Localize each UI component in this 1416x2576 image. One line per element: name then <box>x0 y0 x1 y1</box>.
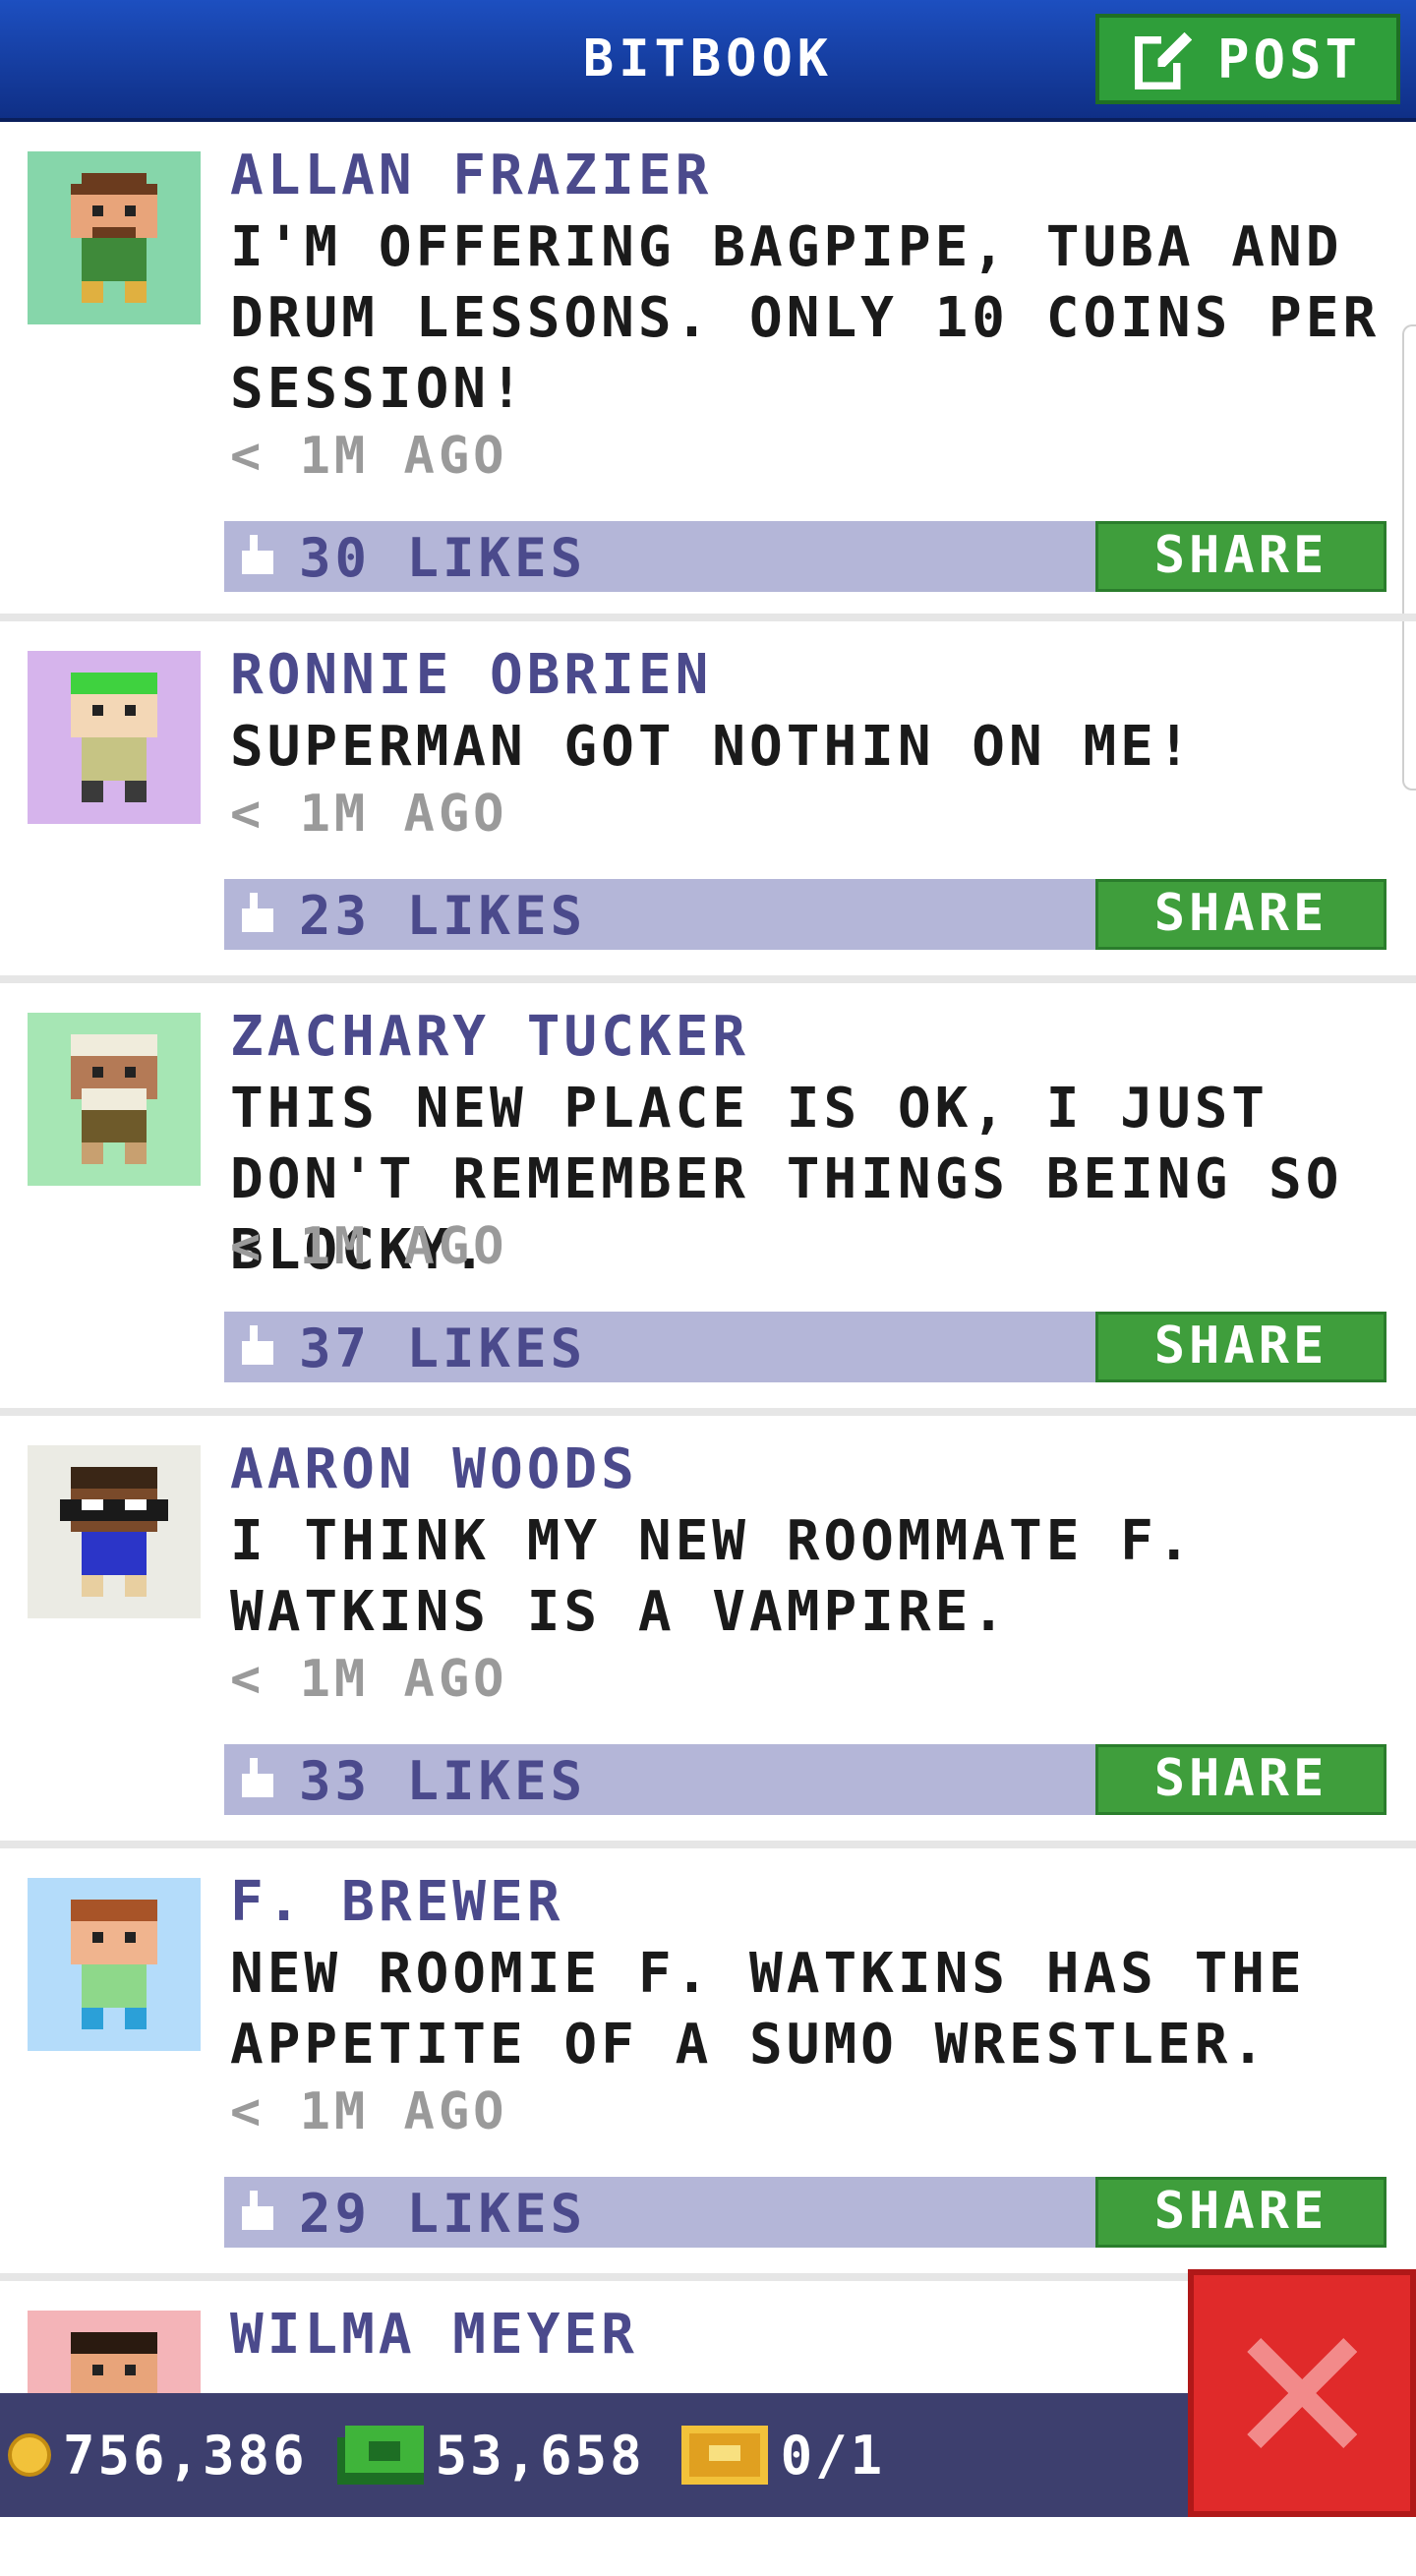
bux-display[interactable]: 53,658 <box>336 2424 645 2487</box>
feed-post: ALLAN FRAZIER I'M OFFERING BAGPIPE, TUBA… <box>0 122 1416 621</box>
post-button[interactable]: POST <box>1095 14 1400 104</box>
likes-count: 30 LIKES <box>299 527 587 589</box>
cash-icon <box>336 2426 424 2485</box>
feed-post: RONNIE OBRIEN SUPERMAN GOT NOTHIN ON ME!… <box>0 621 1416 983</box>
coin-icon <box>8 2433 51 2477</box>
tickets-display[interactable]: 0/1 <box>680 2425 886 2487</box>
post-author[interactable]: F. BREWER <box>230 1870 563 1934</box>
post-time: < 1M AGO <box>230 427 508 486</box>
post-text: SUPERMAN GOT NOTHIN ON ME! <box>230 715 1195 779</box>
post-text: I'M OFFERING BAGPIPE, TUBA AND DRUM LESS… <box>230 215 1381 421</box>
likes-bar: 29 LIKES SHARE <box>224 2177 1386 2248</box>
share-button[interactable]: SHARE <box>1095 1312 1386 1382</box>
avatar[interactable] <box>28 1445 201 1618</box>
thumbs-up-icon[interactable] <box>238 1325 277 1369</box>
likes-bar: 23 LIKES SHARE <box>224 879 1386 950</box>
ticket-icon <box>680 2426 768 2485</box>
avatar[interactable] <box>28 651 201 824</box>
avatar[interactable] <box>28 151 201 324</box>
post-button-label: POST <box>1216 28 1362 90</box>
share-button[interactable]: SHARE <box>1095 521 1386 592</box>
bux-count: 53,658 <box>435 2424 645 2487</box>
close-button[interactable] <box>1188 2269 1416 2517</box>
avatar[interactable] <box>28 1878 201 2051</box>
thumbs-up-icon[interactable] <box>238 2191 277 2234</box>
edit-icon <box>1134 31 1193 89</box>
feed-post: F. BREWER NEW ROOMIE F. WATKINS HAS THE … <box>0 1848 1416 2281</box>
post-text: NEW ROOMIE F. WATKINS HAS THE APPETITE O… <box>230 1942 1306 2077</box>
post-author[interactable]: AARON WOODS <box>230 1437 638 1501</box>
tickets-count: 0/1 <box>780 2424 886 2487</box>
thumbs-up-icon[interactable] <box>238 893 277 936</box>
thumbs-up-icon[interactable] <box>238 1758 277 1801</box>
avatar[interactable] <box>28 1013 201 1186</box>
likes-count: 29 LIKES <box>299 2183 587 2245</box>
likes-count: 23 LIKES <box>299 885 587 947</box>
post-time: < 1M AGO <box>230 2082 508 2141</box>
likes-bar: 33 LIKES SHARE <box>224 1744 1386 1815</box>
thumbs-up-icon[interactable] <box>238 535 277 578</box>
post-author[interactable]: RONNIE OBRIEN <box>230 643 712 707</box>
feed-post: AARON WOODS I THINK MY NEW ROOMMATE F. W… <box>0 1416 1416 1848</box>
post-author[interactable]: ZACHARY TUCKER <box>230 1005 749 1069</box>
share-button[interactable]: SHARE <box>1095 1744 1386 1815</box>
likes-bar: 30 LIKES SHARE <box>224 521 1386 592</box>
post-author[interactable]: WILMA MEYER <box>230 2303 638 2367</box>
likes-count: 37 LIKES <box>299 1317 587 1379</box>
share-button[interactable]: SHARE <box>1095 879 1386 950</box>
post-author[interactable]: ALLAN FRAZIER <box>230 144 712 207</box>
likes-count: 33 LIKES <box>299 1750 587 1812</box>
post-time: < 1M AGO <box>230 1650 508 1709</box>
post-time: < 1M AGO <box>230 1217 508 1276</box>
likes-bar: 37 LIKES SHARE <box>224 1312 1386 1382</box>
close-icon <box>1247 2338 1357 2448</box>
coins-count: 756,386 <box>63 2424 308 2487</box>
post-feed: ALLAN FRAZIER I'M OFFERING BAGPIPE, TUBA… <box>0 122 1416 2576</box>
post-text: I THINK MY NEW ROOMMATE F. WATKINS IS A … <box>230 1509 1195 1644</box>
feed-post: ZACHARY TUCKER THIS NEW PLACE IS OK, I J… <box>0 983 1416 1416</box>
post-time: < 1M AGO <box>230 785 508 844</box>
app-header: BITBOOK POST <box>0 0 1416 122</box>
share-button[interactable]: SHARE <box>1095 2177 1386 2248</box>
coins-display[interactable]: 756,386 <box>8 2425 308 2487</box>
